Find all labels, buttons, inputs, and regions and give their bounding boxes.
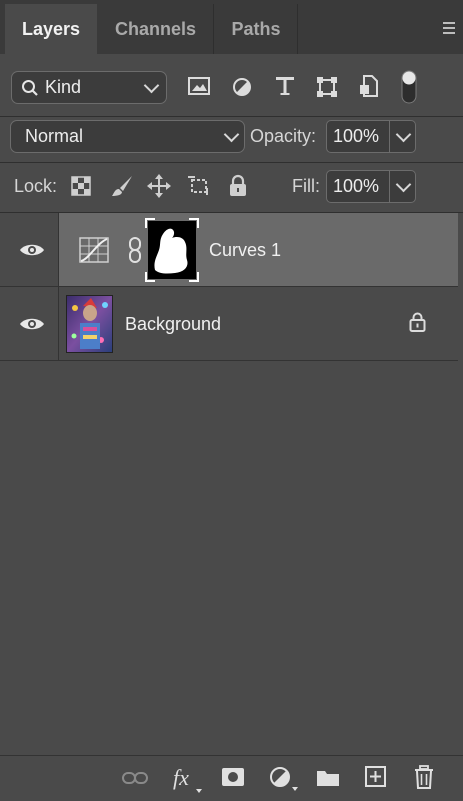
- lock-transparent-icon[interactable]: [71, 176, 91, 196]
- opacity-value: 100%: [333, 126, 380, 146]
- layer-name[interactable]: Curves 1: [209, 240, 281, 261]
- type-filter-icon[interactable]: [275, 76, 295, 96]
- lock-icon[interactable]: [409, 312, 426, 332]
- chevron-down-icon: [143, 77, 160, 94]
- blend-mode-select[interactable]: Normal: [10, 120, 245, 153]
- chevron-down-icon[interactable]: [395, 176, 412, 193]
- opacity-field[interactable]: 100%: [326, 120, 416, 153]
- curves-adjustment-icon: [79, 237, 109, 263]
- blend-mode-value: Normal: [25, 126, 84, 146]
- divider: [0, 162, 463, 163]
- search-icon: [22, 80, 38, 96]
- tab-channels[interactable]: Channels: [98, 4, 213, 54]
- fill-field[interactable]: 100%: [326, 170, 416, 203]
- mask-link-icon[interactable]: [127, 237, 143, 263]
- panel-menu-icon[interactable]: [443, 22, 455, 34]
- opacity-label: Opacity:: [250, 126, 317, 146]
- tab-layers[interactable]: Layers: [5, 4, 97, 54]
- chevron-down-icon: [223, 126, 240, 143]
- smart-object-filter-icon[interactable]: [359, 75, 379, 97]
- filter-kind-label: Kind: [45, 77, 82, 97]
- image-filter-icon[interactable]: [188, 77, 210, 95]
- lock-image-icon[interactable]: [110, 174, 134, 198]
- shape-filter-icon[interactable]: [316, 76, 338, 98]
- layer-row-curves[interactable]: Curves 1: [0, 213, 458, 287]
- lock-label: Lock:: [14, 176, 58, 196]
- new-group-icon[interactable]: [316, 768, 340, 787]
- panel-tab-bar: Layers Channels Paths: [0, 0, 463, 54]
- fill-label: Fill:: [292, 176, 320, 196]
- fill-value: 100%: [333, 176, 380, 196]
- eye-icon[interactable]: [19, 316, 45, 332]
- layer-mask-thumbnail[interactable]: [145, 218, 199, 282]
- lock-all-icon[interactable]: [228, 174, 248, 198]
- new-adjustment-icon[interactable]: [270, 766, 298, 792]
- panel-footer: fx: [0, 755, 463, 801]
- chevron-down-icon[interactable]: [395, 126, 412, 143]
- adjustment-filter-icon[interactable]: [232, 77, 252, 97]
- fx-icon[interactable]: fx: [172, 765, 202, 793]
- svg-text:fx: fx: [173, 765, 189, 790]
- field-separator: [389, 171, 390, 202]
- eye-icon[interactable]: [19, 242, 45, 258]
- tab-paths[interactable]: Paths: [214, 4, 298, 54]
- delete-layer-icon[interactable]: [414, 765, 434, 789]
- lock-artboard-icon[interactable]: [187, 174, 211, 198]
- link-layers-icon[interactable]: [122, 771, 148, 785]
- add-mask-icon[interactable]: [221, 767, 245, 787]
- lock-position-icon[interactable]: [147, 174, 171, 198]
- divider: [0, 116, 463, 117]
- layer-row-background[interactable]: Background: [0, 287, 458, 361]
- filter-kind-select[interactable]: Kind: [11, 71, 167, 104]
- tab-divider: [297, 4, 298, 54]
- layer-name[interactable]: Background: [125, 314, 221, 335]
- field-separator: [389, 121, 390, 152]
- filter-toggle-icon[interactable]: [401, 70, 417, 104]
- layer-image-thumbnail[interactable]: [66, 295, 113, 353]
- new-layer-icon[interactable]: [365, 766, 386, 787]
